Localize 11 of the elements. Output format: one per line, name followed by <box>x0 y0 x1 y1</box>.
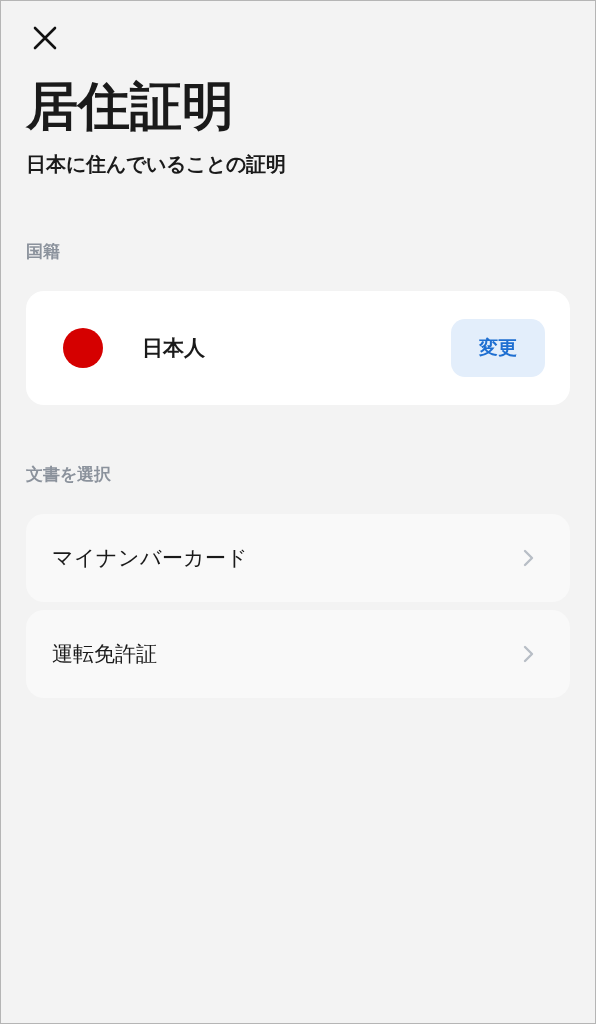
page-subtitle: 日本に住んでいることの証明 <box>26 151 287 179</box>
change-button[interactable]: 変更 <box>451 319 545 378</box>
section-label: 国籍 <box>26 240 61 264</box>
flag-icon <box>63 328 103 369</box>
section-label: 文書を選択 <box>26 463 112 487</box>
chevron-right-icon <box>522 645 534 664</box>
chevron-right-icon <box>522 549 534 568</box>
nationality-value: 日本人 <box>142 335 206 363</box>
document-option[interactable]: 運転免許証 <box>26 610 570 699</box>
page-title: 居住証明 <box>26 75 235 138</box>
document-option[interactable]: マイナンバーカード <box>26 514 570 603</box>
